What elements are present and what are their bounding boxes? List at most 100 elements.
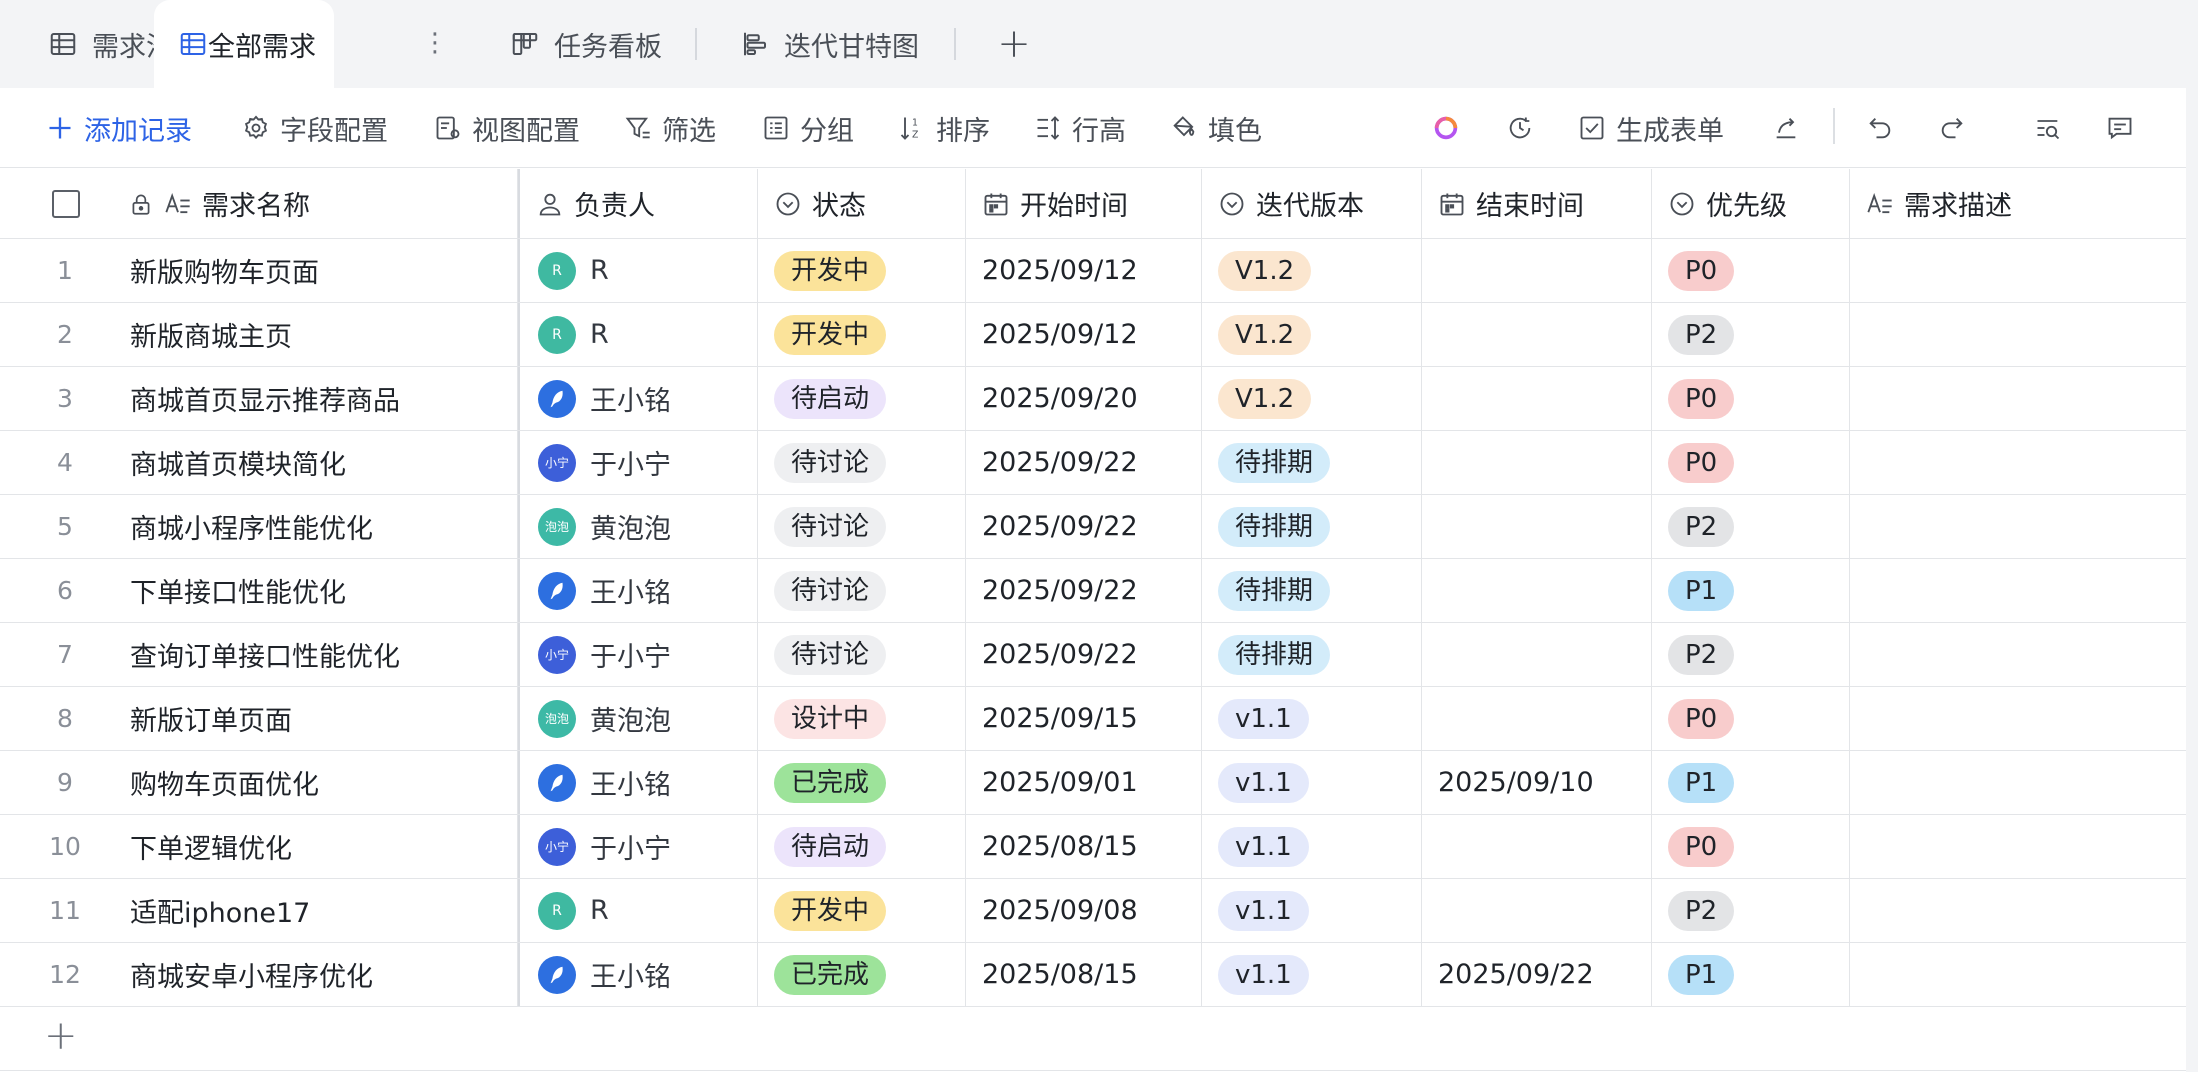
priority-cell[interactable]: P0 [1652, 431, 1850, 494]
description-cell[interactable] [1850, 495, 2186, 558]
table-row[interactable]: 7 查询订单接口性能优化 小宁 于小宁 待讨论 2025/09/22 待排期 P… [0, 623, 2186, 687]
description-cell[interactable] [1850, 303, 2186, 366]
requirement-name-cell[interactable]: 新版商城主页 [130, 303, 518, 366]
priority-cell[interactable]: P0 [1652, 367, 1850, 430]
end-time-cell[interactable] [1422, 367, 1652, 430]
description-cell[interactable] [1850, 687, 2186, 750]
table-row[interactable]: 8 新版订单页面 泡泡 黄泡泡 设计中 2025/09/15 v1.1 P0 [0, 687, 2186, 751]
owner-cell[interactable]: 王小铭 [518, 367, 758, 430]
status-cell[interactable]: 已完成 [758, 943, 966, 1006]
redo-button[interactable] [1938, 88, 1966, 168]
start-time-cell[interactable]: 2025/09/22 [966, 623, 1202, 686]
add-row-button[interactable]: + [44, 1013, 78, 1059]
status-cell[interactable]: 开发中 [758, 303, 966, 366]
priority-cell[interactable]: P2 [1652, 623, 1850, 686]
table-row[interactable]: 1 新版购物车页面 R R 开发中 2025/09/12 V1.2 P0 [0, 239, 2186, 303]
owner-cell[interactable]: R R [518, 303, 758, 366]
table-row[interactable]: 3 商城首页显示推荐商品 王小铭 待启动 2025/09/20 V1.2 P0 [0, 367, 2186, 431]
version-cell[interactable]: v1.1 [1202, 815, 1422, 878]
scrollbar-track[interactable] [2186, 0, 2198, 1072]
requirement-name-cell[interactable]: 新版订单页面 [130, 687, 518, 750]
end-time-cell[interactable]: 2025/09/10 [1422, 751, 1652, 814]
table-row[interactable]: 10 下单逻辑优化 小宁 于小宁 待启动 2025/08/15 v1.1 P0 [0, 815, 2186, 879]
owner-cell[interactable]: 小宁 于小宁 [518, 815, 758, 878]
end-time-cell[interactable] [1422, 879, 1652, 942]
table-row[interactable]: 5 商城小程序性能优化 泡泡 黄泡泡 待讨论 2025/09/22 待排期 P2 [0, 495, 2186, 559]
owner-cell[interactable]: 小宁 于小宁 [518, 431, 758, 494]
owner-cell[interactable]: 小宁 于小宁 [518, 623, 758, 686]
column-header-name[interactable]: 需求名称 [110, 169, 518, 238]
fill-color-button[interactable]: 填色 [1170, 88, 1262, 168]
requirement-name-cell[interactable]: 下单接口性能优化 [130, 559, 518, 622]
priority-cell[interactable]: P1 [1652, 751, 1850, 814]
requirement-name-cell[interactable]: 商城首页模块简化 [130, 431, 518, 494]
owner-cell[interactable]: 王小铭 [518, 751, 758, 814]
end-time-cell[interactable] [1422, 303, 1652, 366]
status-cell[interactable]: 待讨论 [758, 431, 966, 494]
status-cell[interactable]: 待讨论 [758, 559, 966, 622]
column-header-description[interactable]: 需求描述 [1850, 169, 2186, 238]
description-cell[interactable] [1850, 431, 2186, 494]
priority-cell[interactable]: P2 [1652, 879, 1850, 942]
start-time-cell[interactable]: 2025/09/12 [966, 239, 1202, 302]
filter-button[interactable]: 筛选 [624, 88, 716, 168]
status-cell[interactable]: 开发中 [758, 239, 966, 302]
priority-cell[interactable]: P0 [1652, 239, 1850, 302]
table-row[interactable]: 2 新版商城主页 R R 开发中 2025/09/12 V1.2 P2 [0, 303, 2186, 367]
select-all-checkbox[interactable] [52, 190, 80, 218]
sort-button[interactable]: 1Z 排序 [898, 88, 990, 168]
owner-cell[interactable]: R R [518, 879, 758, 942]
requirement-name-cell[interactable]: 新版购物车页面 [130, 239, 518, 302]
start-time-cell[interactable]: 2025/08/15 [966, 943, 1202, 1006]
version-cell[interactable]: v1.1 [1202, 943, 1422, 1006]
row-height-button[interactable]: 行高 [1034, 88, 1126, 168]
table-row[interactable]: 6 下单接口性能优化 王小铭 待讨论 2025/09/22 待排期 P1 [0, 559, 2186, 623]
column-header-start-time[interactable]: 开始时间 [966, 169, 1202, 238]
version-cell[interactable]: V1.2 [1202, 303, 1422, 366]
priority-cell[interactable]: P2 [1652, 303, 1850, 366]
description-cell[interactable] [1850, 751, 2186, 814]
table-row[interactable]: 9 购物车页面优化 王小铭 已完成 2025/09/01 v1.1 2025/0… [0, 751, 2186, 815]
column-header-priority[interactable]: 优先级 [1652, 169, 1850, 238]
owner-cell[interactable]: 王小铭 [518, 559, 758, 622]
status-cell[interactable]: 已完成 [758, 751, 966, 814]
version-cell[interactable]: 待排期 [1202, 623, 1422, 686]
ai-assistant-button[interactable] [1432, 88, 1460, 168]
owner-cell[interactable]: 王小铭 [518, 943, 758, 1006]
table-row[interactable]: 12 商城安卓小程序优化 王小铭 已完成 2025/08/15 v1.1 202… [0, 943, 2186, 1007]
start-time-cell[interactable]: 2025/09/15 [966, 687, 1202, 750]
requirement-name-cell[interactable]: 查询订单接口性能优化 [130, 623, 518, 686]
priority-cell[interactable]: P2 [1652, 495, 1850, 558]
tab-all-requirements[interactable]: 全部需求 [154, 0, 334, 88]
group-button[interactable]: 分组 [762, 88, 854, 168]
owner-cell[interactable]: 泡泡 黄泡泡 [518, 495, 758, 558]
add-record-button[interactable]: 添加记录 [46, 88, 192, 168]
start-time-cell[interactable]: 2025/09/22 [966, 495, 1202, 558]
requirement-name-cell[interactable]: 下单逻辑优化 [130, 815, 518, 878]
version-cell[interactable]: V1.2 [1202, 367, 1422, 430]
end-time-cell[interactable]: 2025/09/22 [1422, 943, 1652, 1006]
end-time-cell[interactable] [1422, 559, 1652, 622]
version-cell[interactable]: 待排期 [1202, 495, 1422, 558]
version-cell[interactable]: V1.2 [1202, 239, 1422, 302]
field-config-button[interactable]: 字段配置 [242, 88, 388, 168]
start-time-cell[interactable]: 2025/09/22 [966, 559, 1202, 622]
priority-cell[interactable]: P0 [1652, 687, 1850, 750]
start-time-cell[interactable]: 2025/09/12 [966, 303, 1202, 366]
requirement-name-cell[interactable]: 商城首页显示推荐商品 [130, 367, 518, 430]
table-row[interactable]: 4 商城首页模块简化 小宁 于小宁 待讨论 2025/09/22 待排期 P0 [0, 431, 2186, 495]
end-time-cell[interactable] [1422, 687, 1652, 750]
column-header-owner[interactable]: 负责人 [518, 169, 758, 238]
description-cell[interactable] [1850, 559, 2186, 622]
add-view-button[interactable]: + [994, 22, 1034, 66]
end-time-cell[interactable] [1422, 239, 1652, 302]
version-cell[interactable]: v1.1 [1202, 751, 1422, 814]
status-cell[interactable]: 待讨论 [758, 495, 966, 558]
requirement-name-cell[interactable]: 购物车页面优化 [130, 751, 518, 814]
description-cell[interactable] [1850, 815, 2186, 878]
requirement-name-cell[interactable]: 商城安卓小程序优化 [130, 943, 518, 1006]
requirement-name-cell[interactable]: 适配iphone17 [130, 879, 518, 942]
history-button[interactable] [1506, 88, 1534, 168]
priority-cell[interactable]: P0 [1652, 815, 1850, 878]
status-cell[interactable]: 待讨论 [758, 623, 966, 686]
